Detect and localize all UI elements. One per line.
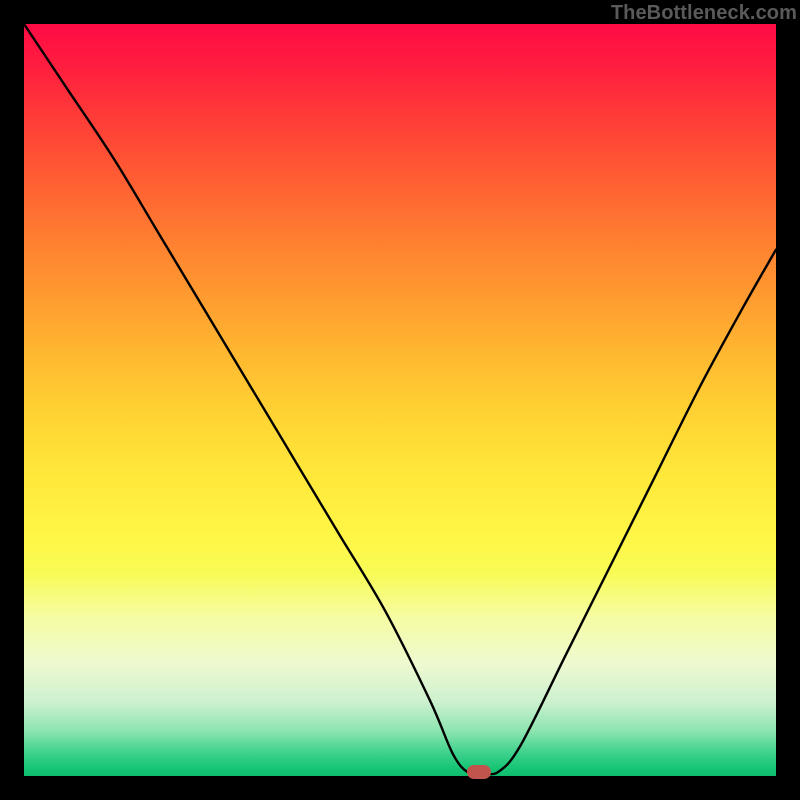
bottleneck-curve — [24, 24, 776, 774]
watermark-text: TheBottleneck.com — [611, 2, 797, 25]
plot-frame — [24, 24, 776, 776]
optimum-marker — [467, 765, 491, 779]
chart-root: TheBottleneck.com — [0, 0, 800, 800]
curve-svg — [24, 24, 776, 776]
